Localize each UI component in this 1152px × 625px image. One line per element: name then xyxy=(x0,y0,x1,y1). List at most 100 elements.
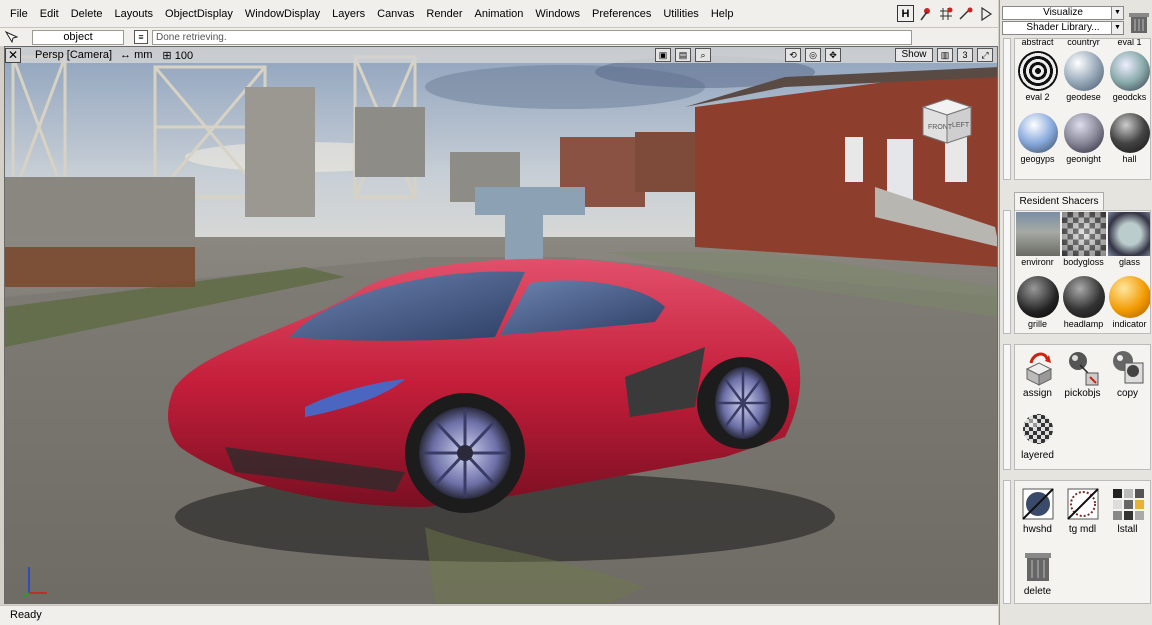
shader-library-label: Shader Library... xyxy=(1026,22,1100,33)
resident-scrollbar[interactable] xyxy=(1003,210,1011,334)
menu-layouts[interactable]: Layouts xyxy=(109,0,160,28)
shader-preview xyxy=(1015,212,1060,256)
shader-library-dropdown[interactable]: Shader Library... ▼ xyxy=(1002,21,1124,35)
viewport-close-icon[interactable]: ✕ xyxy=(5,47,21,63)
cube-front-label: FRONT xyxy=(928,124,953,131)
grid-snap-icon[interactable] xyxy=(937,5,954,22)
notes-icon[interactable]: ≡ xyxy=(134,30,148,44)
camera-label[interactable]: Persp [Camera] xyxy=(35,49,112,61)
shader-label: glass xyxy=(1118,257,1140,267)
shader-preview xyxy=(1109,113,1150,153)
grid-size-label: 100 xyxy=(174,49,194,62)
tool-label: tg mdl xyxy=(1068,524,1097,535)
show-button[interactable]: Show xyxy=(895,48,933,62)
tool-label: delete xyxy=(1023,586,1052,597)
shader-label: headlamp xyxy=(1063,319,1104,329)
view-count-button[interactable]: 3 xyxy=(957,48,973,62)
copy-button[interactable]: copy xyxy=(1105,345,1150,407)
shader-swatch-geogyps[interactable]: geogyps xyxy=(1015,110,1060,172)
prompt-line: Done retrieving. xyxy=(152,29,912,45)
tg-mdl-icon xyxy=(1066,488,1099,520)
shader-tools-b: hwshd tg mdl lstall delete xyxy=(1014,480,1151,604)
shader-label: geogyps xyxy=(1020,154,1055,164)
shader-label: geodese xyxy=(1066,92,1101,102)
camera-icon[interactable]: ▣ xyxy=(655,48,671,62)
menu-preferences[interactable]: Preferences xyxy=(586,0,657,28)
zoom-icon[interactable]: ⌕ xyxy=(695,48,711,62)
view-cube[interactable]: FRONT LEFT xyxy=(921,97,973,145)
pick-mode-field[interactable]: object xyxy=(32,29,124,45)
lstall-button[interactable]: lstall xyxy=(1105,481,1150,543)
shader-tools-a: assign pickobjs copy layered xyxy=(1014,344,1151,470)
pick-object-icon[interactable] xyxy=(4,30,19,44)
menu-delete[interactable]: Delete xyxy=(65,0,109,28)
layout-icon[interactable]: ▥ xyxy=(937,48,953,62)
library-scrollbar[interactable] xyxy=(1003,38,1011,180)
shader-panel: Visualize ▼ Shader Library... ▼ abstract… xyxy=(999,0,1152,625)
render-scene xyxy=(5,47,997,603)
shader-swatch-indicator[interactable]: indicator xyxy=(1107,273,1150,333)
chevron-down-icon: ▼ xyxy=(1111,22,1123,34)
menu-canvas[interactable]: Canvas xyxy=(371,0,420,28)
menu-windowdisplay[interactable]: WindowDisplay xyxy=(239,0,326,28)
delete-shader-button[interactable]: delete xyxy=(1015,543,1060,605)
pickobjs-icon xyxy=(1068,352,1098,386)
visualize-dropdown[interactable]: Visualize ▼ xyxy=(1002,6,1124,20)
shader-swatch-geodese[interactable]: geodese xyxy=(1061,48,1106,110)
trash-icon[interactable] xyxy=(1128,10,1150,34)
menu-help[interactable]: Help xyxy=(705,0,740,28)
shader-swatch-glass[interactable]: glass xyxy=(1107,211,1150,273)
menu-utilities[interactable]: Utilities xyxy=(657,0,704,28)
shader-swatch-geodcks[interactable]: geodcks xyxy=(1107,48,1150,110)
shader-label: eval 2 xyxy=(1025,92,1050,102)
menu-render[interactable]: Render xyxy=(420,0,468,28)
library-top-labels: abstract countryr eval 1 xyxy=(1015,39,1150,48)
shader-swatch-hall[interactable]: hall xyxy=(1107,110,1150,172)
pan-icon[interactable]: ✥ xyxy=(825,48,841,62)
shader-preview xyxy=(1017,51,1058,91)
tools-scrollbar[interactable] xyxy=(1003,344,1011,470)
tg-mdl-button[interactable]: tg mdl xyxy=(1060,481,1105,543)
menu-objectdisplay[interactable]: ObjectDisplay xyxy=(159,0,239,28)
tools-b-scrollbar[interactable] xyxy=(1003,480,1011,604)
shader-label: abstract xyxy=(1021,39,1054,47)
tool-label: copy xyxy=(1116,388,1139,399)
units-indicator: ↔ mm xyxy=(120,49,152,61)
menu-animation[interactable]: Animation xyxy=(469,0,530,28)
shader-swatch-headlamp[interactable]: headlamp xyxy=(1061,273,1106,333)
tumble-icon[interactable]: ⟲ xyxy=(785,48,801,62)
tab-resident-shaders[interactable]: Resident Shacers xyxy=(1014,192,1104,210)
list-all-icon xyxy=(1112,489,1144,520)
shading-icon[interactable]: ◎ xyxy=(805,48,821,62)
shader-preview xyxy=(1063,113,1104,153)
copy-icon xyxy=(1112,351,1143,384)
move-tool-icon[interactable] xyxy=(957,5,974,22)
menu-edit[interactable]: Edit xyxy=(34,0,65,28)
shader-swatch-geonight[interactable]: geonight xyxy=(1061,110,1106,172)
shader-swatch-bodygloss[interactable]: bodygloss xyxy=(1061,211,1106,273)
maximize-icon[interactable]: ⤢ xyxy=(977,48,993,62)
menu-windows[interactable]: Windows xyxy=(529,0,586,28)
pick-tool-icon[interactable] xyxy=(917,5,934,22)
shader-preview xyxy=(1017,113,1058,153)
play-icon[interactable] xyxy=(977,5,994,22)
layered-button[interactable]: layered xyxy=(1015,407,1060,469)
trash-icon xyxy=(1024,553,1051,581)
cube-left-label: LEFT xyxy=(952,122,970,129)
menu-layers[interactable]: Layers xyxy=(326,0,371,28)
pickobjs-button[interactable]: pickobjs xyxy=(1060,345,1105,407)
status-bar: Ready xyxy=(0,605,998,625)
perspective-viewport[interactable]: ✕ Persp [Camera] ↔ mm ⊞ 100 ▣ ▤ ⌕ ⟲ ◎ ✥ … xyxy=(4,46,998,604)
shader-label: eval 1 xyxy=(1117,39,1142,47)
assign-button[interactable]: assign xyxy=(1015,345,1060,407)
shader-swatch-grille[interactable]: grille xyxy=(1015,273,1060,333)
hotbox-icon[interactable]: H xyxy=(897,5,914,22)
render-view-icon[interactable]: ▤ xyxy=(675,48,691,62)
assign-icon xyxy=(1025,352,1052,386)
shader-swatch-eval2[interactable]: eval 2 xyxy=(1015,48,1060,110)
shader-preview xyxy=(1061,212,1106,256)
hwshd-button[interactable]: hwshd xyxy=(1015,481,1060,543)
shader-swatch-environr[interactable]: environr xyxy=(1015,211,1060,273)
shader-preview xyxy=(1109,51,1150,91)
menu-file[interactable]: File xyxy=(4,0,34,28)
